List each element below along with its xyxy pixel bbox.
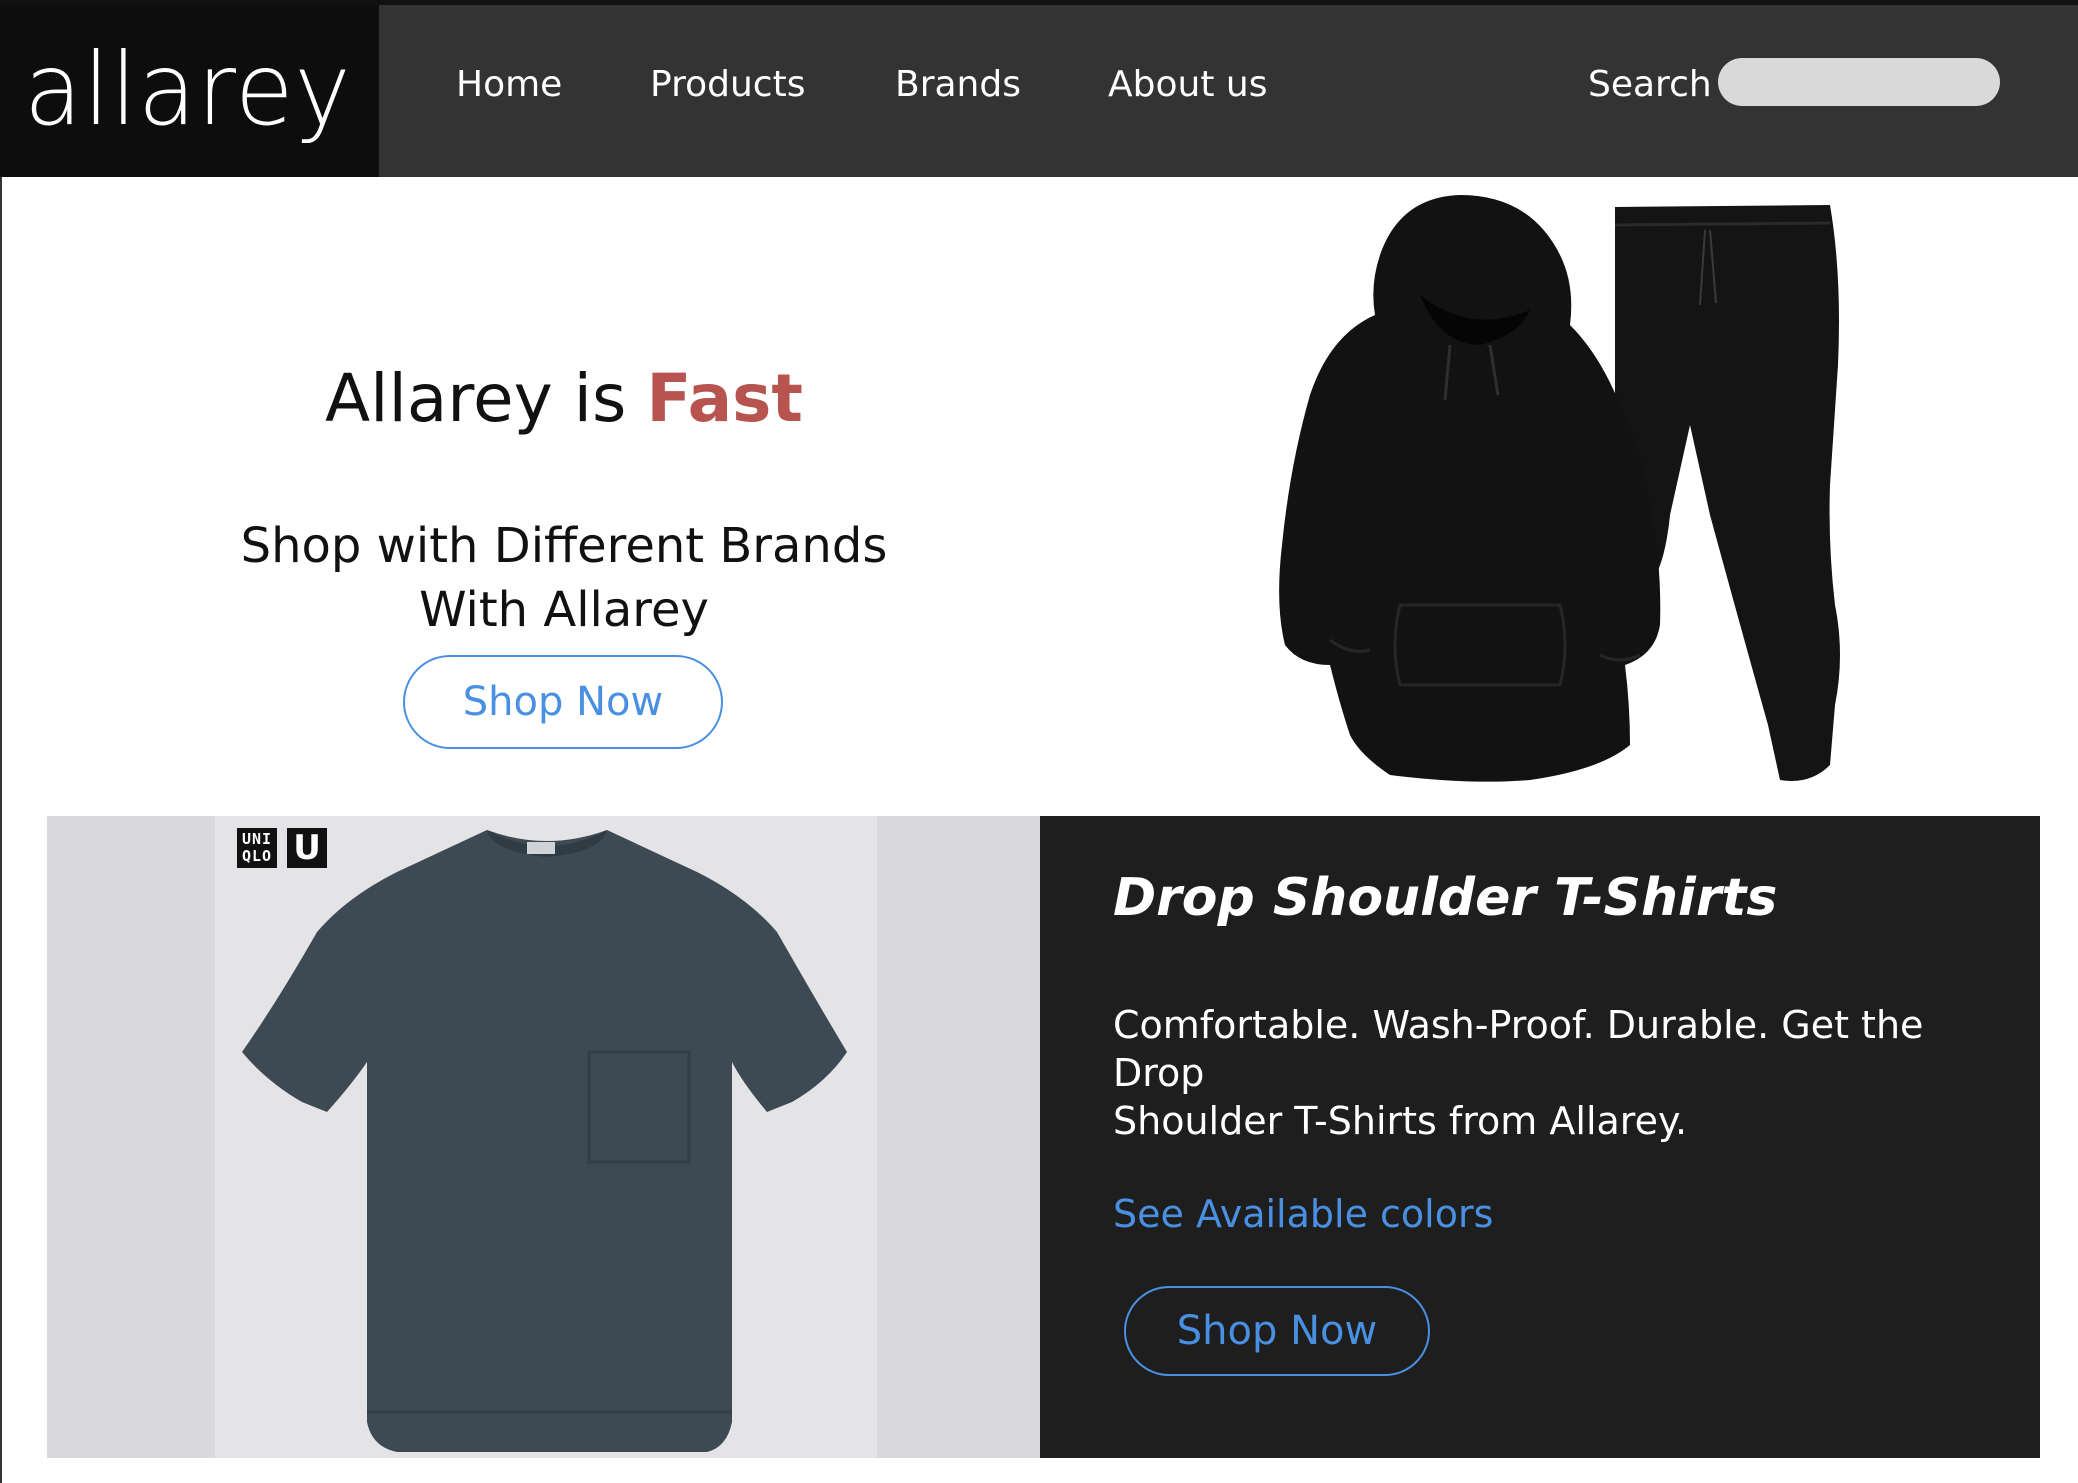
logo-area[interactable]: allarey [0, 5, 379, 177]
top-navbar: allarey Home Products Brands About us Se… [0, 0, 2078, 177]
search-label: Search [1588, 64, 1712, 105]
logo[interactable]: allarey [24, 15, 352, 165]
nav-link-brands[interactable]: Brands [895, 57, 1021, 113]
promo-panel: Drop Shoulder T-Shirts Comfortable. Wash… [1040, 816, 2040, 1458]
hero-subtitle-line2: With Allarey [419, 582, 709, 638]
hoodie-set-image[interactable] [1270, 185, 1850, 810]
tshirt-image [242, 830, 847, 1452]
nav-link-about-us[interactable]: About us [1108, 57, 1267, 113]
search-input[interactable] [1718, 58, 2000, 106]
promo-title: Drop Shoulder T-Shirts [1113, 868, 1778, 928]
hero-subtitle-line1: Shop with Different Brands [240, 518, 888, 574]
hero-shop-now-button[interactable]: Shop Now [403, 655, 723, 749]
hero-title-accent: Fast [646, 360, 803, 437]
see-available-colors-link[interactable]: See Available colors [1113, 1192, 1493, 1236]
hero-title-prefix: Allarey is [325, 360, 627, 437]
nav-link-home[interactable]: Home [456, 57, 562, 113]
hero-subtitle: Shop with Different Brands With Allarey [0, 514, 1128, 642]
promo-shop-now-button[interactable]: Shop Now [1124, 1286, 1430, 1376]
page: allarey Home Products Brands About us Se… [0, 0, 2078, 1483]
nav-link-products[interactable]: Products [650, 57, 805, 113]
hoodie-shape [1279, 195, 1661, 782]
joggers-shape [1615, 205, 1840, 781]
hero-title: Allarey is Fast [0, 360, 1128, 437]
promo-photo[interactable]: UNI QLO U [47, 816, 1040, 1458]
promo-description: Comfortable. Wash-Proof. Durable. Get th… [1113, 1003, 1924, 1143]
